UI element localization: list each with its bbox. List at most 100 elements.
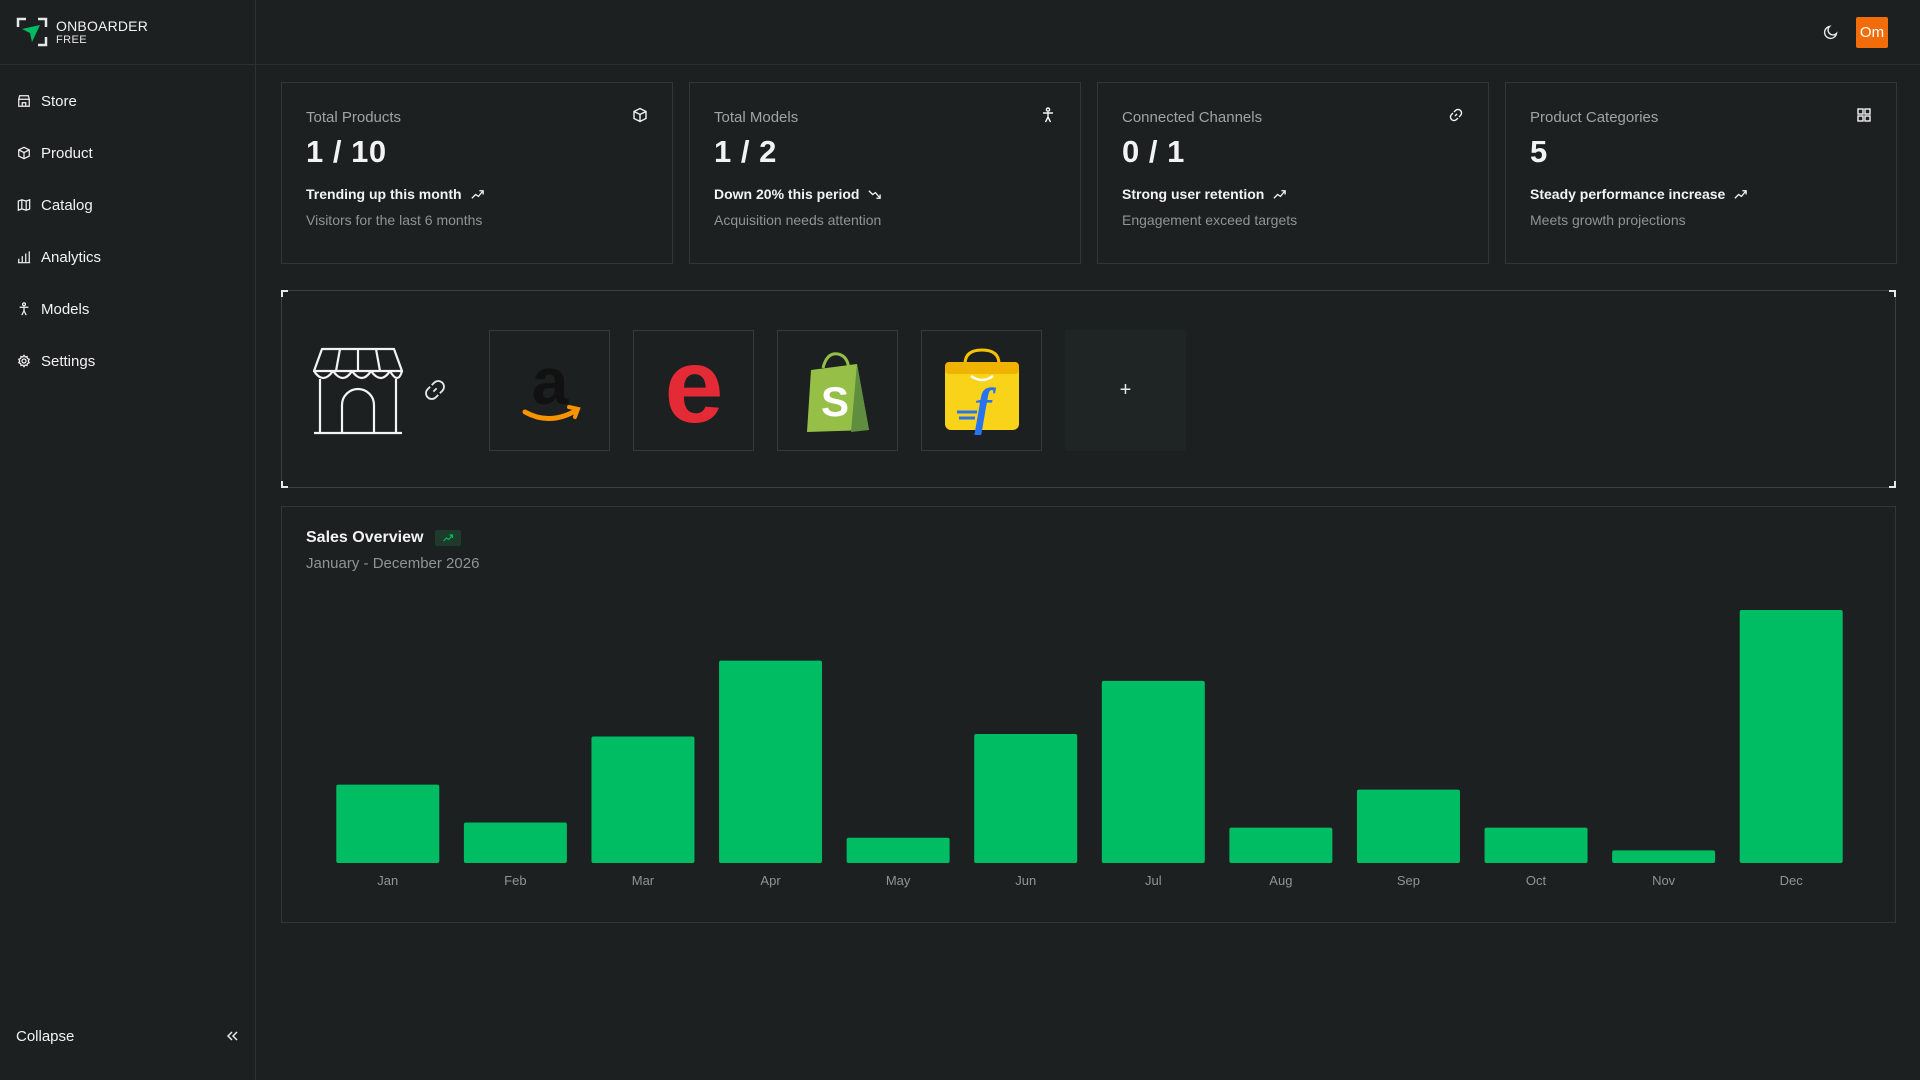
sidebar-item-store[interactable]: Store [0, 75, 255, 127]
sidebar-nav: Store Product Catalog Analytics Models S… [0, 65, 255, 387]
corner-marker [281, 290, 288, 297]
grid-icon [1857, 108, 1871, 122]
etsy-logo-icon: e [664, 346, 723, 436]
bar-dec[interactable] [1739, 610, 1843, 863]
bar-feb[interactable] [463, 822, 567, 863]
card-value: 5 [1530, 134, 1548, 169]
bar-may[interactable] [846, 837, 950, 863]
sales-title: Sales Overview [306, 529, 424, 546]
bar-mar[interactable] [591, 736, 695, 864]
x-tick-label: Jun [1015, 873, 1036, 888]
sidebar-item-label: Product [41, 144, 93, 162]
stat-card-total-models: Total Models 1 / 2 Down 20% this period … [689, 82, 1081, 264]
card-subtext: Acquisition needs attention [714, 212, 882, 228]
sidebar-item-product[interactable]: Product [0, 127, 255, 179]
x-tick-label: Apr [760, 873, 781, 888]
corner-marker [1889, 481, 1896, 488]
trending-up-icon [1734, 189, 1748, 199]
card-label: Product Categories [1530, 109, 1659, 126]
person-icon [1043, 107, 1053, 123]
x-tick-label: Oct [1526, 873, 1547, 888]
trending-down-icon [868, 189, 882, 199]
svg-text:a: a [531, 346, 569, 418]
theme-toggle-button[interactable] [1820, 21, 1842, 43]
x-tick-label: Sep [1397, 873, 1420, 888]
channel-tile-shopify[interactable]: S [777, 330, 898, 451]
sidebar-item-models[interactable]: Models [0, 283, 255, 335]
bar-apr[interactable] [719, 660, 823, 863]
gear-icon [17, 354, 31, 368]
sidebar-item-label: Models [41, 300, 90, 318]
bar-sep[interactable] [1356, 789, 1460, 863]
channel-tile-flipkart[interactable]: f [921, 330, 1042, 451]
top-bar: Om [256, 0, 1920, 65]
link-icon [425, 380, 445, 400]
card-subtext: Meets growth projections [1530, 212, 1686, 228]
x-tick-label: Feb [504, 873, 526, 888]
svg-text:e: e [664, 346, 723, 436]
trending-up-icon [443, 534, 454, 542]
bar-jun[interactable] [974, 733, 1078, 863]
card-value: 1 / 10 [306, 134, 387, 169]
card-label: Connected Channels [1122, 109, 1263, 126]
bar-nov[interactable] [1612, 850, 1716, 863]
svg-text:S: S [820, 378, 848, 425]
sidebar-item-analytics[interactable]: Analytics [0, 231, 255, 283]
shopify-logo-icon: S [806, 351, 869, 432]
brand[interactable]: ONBOARDER FREE [0, 0, 255, 65]
x-tick-label: Mar [632, 873, 655, 888]
corner-marker [1889, 290, 1896, 297]
bar-jan[interactable] [336, 784, 440, 863]
card-trend: Strong user retention [1122, 186, 1265, 202]
bar-aug[interactable] [1229, 827, 1333, 863]
channel-tile-amazon[interactable]: a [489, 330, 610, 451]
collapse-button[interactable]: Collapse [0, 1012, 256, 1060]
card-subtext: Engagement exceed targets [1122, 212, 1298, 228]
bar-jul[interactable] [1101, 680, 1205, 863]
channel-tile-etsy[interactable]: e [633, 330, 754, 451]
box-icon [633, 107, 647, 123]
add-channel-button[interactable]: + [1065, 330, 1186, 451]
x-tick-label: Dec [1780, 873, 1804, 888]
sidebar-item-label: Settings [41, 352, 96, 370]
flipkart-logo-icon: f [944, 347, 1019, 436]
sales-subtitle: January - December 2026 [306, 555, 480, 572]
person-icon [19, 302, 29, 316]
sidebar: ONBOARDER FREE Store Product Catalog Ana… [0, 0, 256, 1080]
x-tick-label: Jan [377, 873, 398, 888]
sidebar-item-settings[interactable]: Settings [0, 335, 255, 387]
card-trend: Steady performance increase [1530, 186, 1726, 202]
moon-icon [1823, 25, 1838, 40]
trending-up-icon [470, 189, 484, 199]
x-tick-label: Aug [1269, 873, 1292, 888]
brand-name: ONBOARDER [56, 17, 149, 34]
avatar[interactable]: Om [1856, 17, 1888, 48]
sidebar-item-label: Analytics [41, 248, 102, 266]
onboarder-logo-icon [16, 17, 48, 47]
amazon-logo-icon: a [522, 346, 581, 421]
sidebar-item-label: Catalog [41, 196, 93, 214]
card-value: 0 / 1 [1122, 134, 1185, 169]
card-label: Total Products [306, 109, 402, 126]
trend-badge [435, 530, 462, 546]
corner-marker [281, 481, 288, 488]
sidebar-item-label: Store [41, 92, 77, 110]
stat-card-connected-channels: Connected Channels 0 / 1 Strong user ret… [1097, 82, 1489, 264]
store-illustration-icon [312, 347, 404, 435]
map-icon [17, 198, 31, 212]
link-icon [1449, 108, 1463, 122]
brand-tier: FREE [56, 33, 87, 46]
x-tick-label: May [886, 873, 911, 888]
channels-panel: a e S f + [281, 290, 1896, 488]
card-subtext: Visitors for the last 6 months [306, 212, 483, 228]
stat-card-product-categories: Product Categories 5 Steady performance … [1505, 82, 1897, 264]
collapse-label: Collapse [16, 1027, 75, 1045]
card-label: Total Models [714, 109, 799, 126]
x-tick-label: Jul [1145, 873, 1162, 888]
sidebar-item-catalog[interactable]: Catalog [0, 179, 255, 231]
trending-up-icon [1273, 189, 1287, 199]
bar-oct[interactable] [1484, 827, 1588, 863]
add-channel-label: + [1119, 379, 1132, 401]
sales-overview-card: Jan Feb Mar Apr May Jun Jul Aug Sep Oct Nov Dec Sal… [281, 506, 1896, 923]
store-icon [17, 95, 31, 107]
